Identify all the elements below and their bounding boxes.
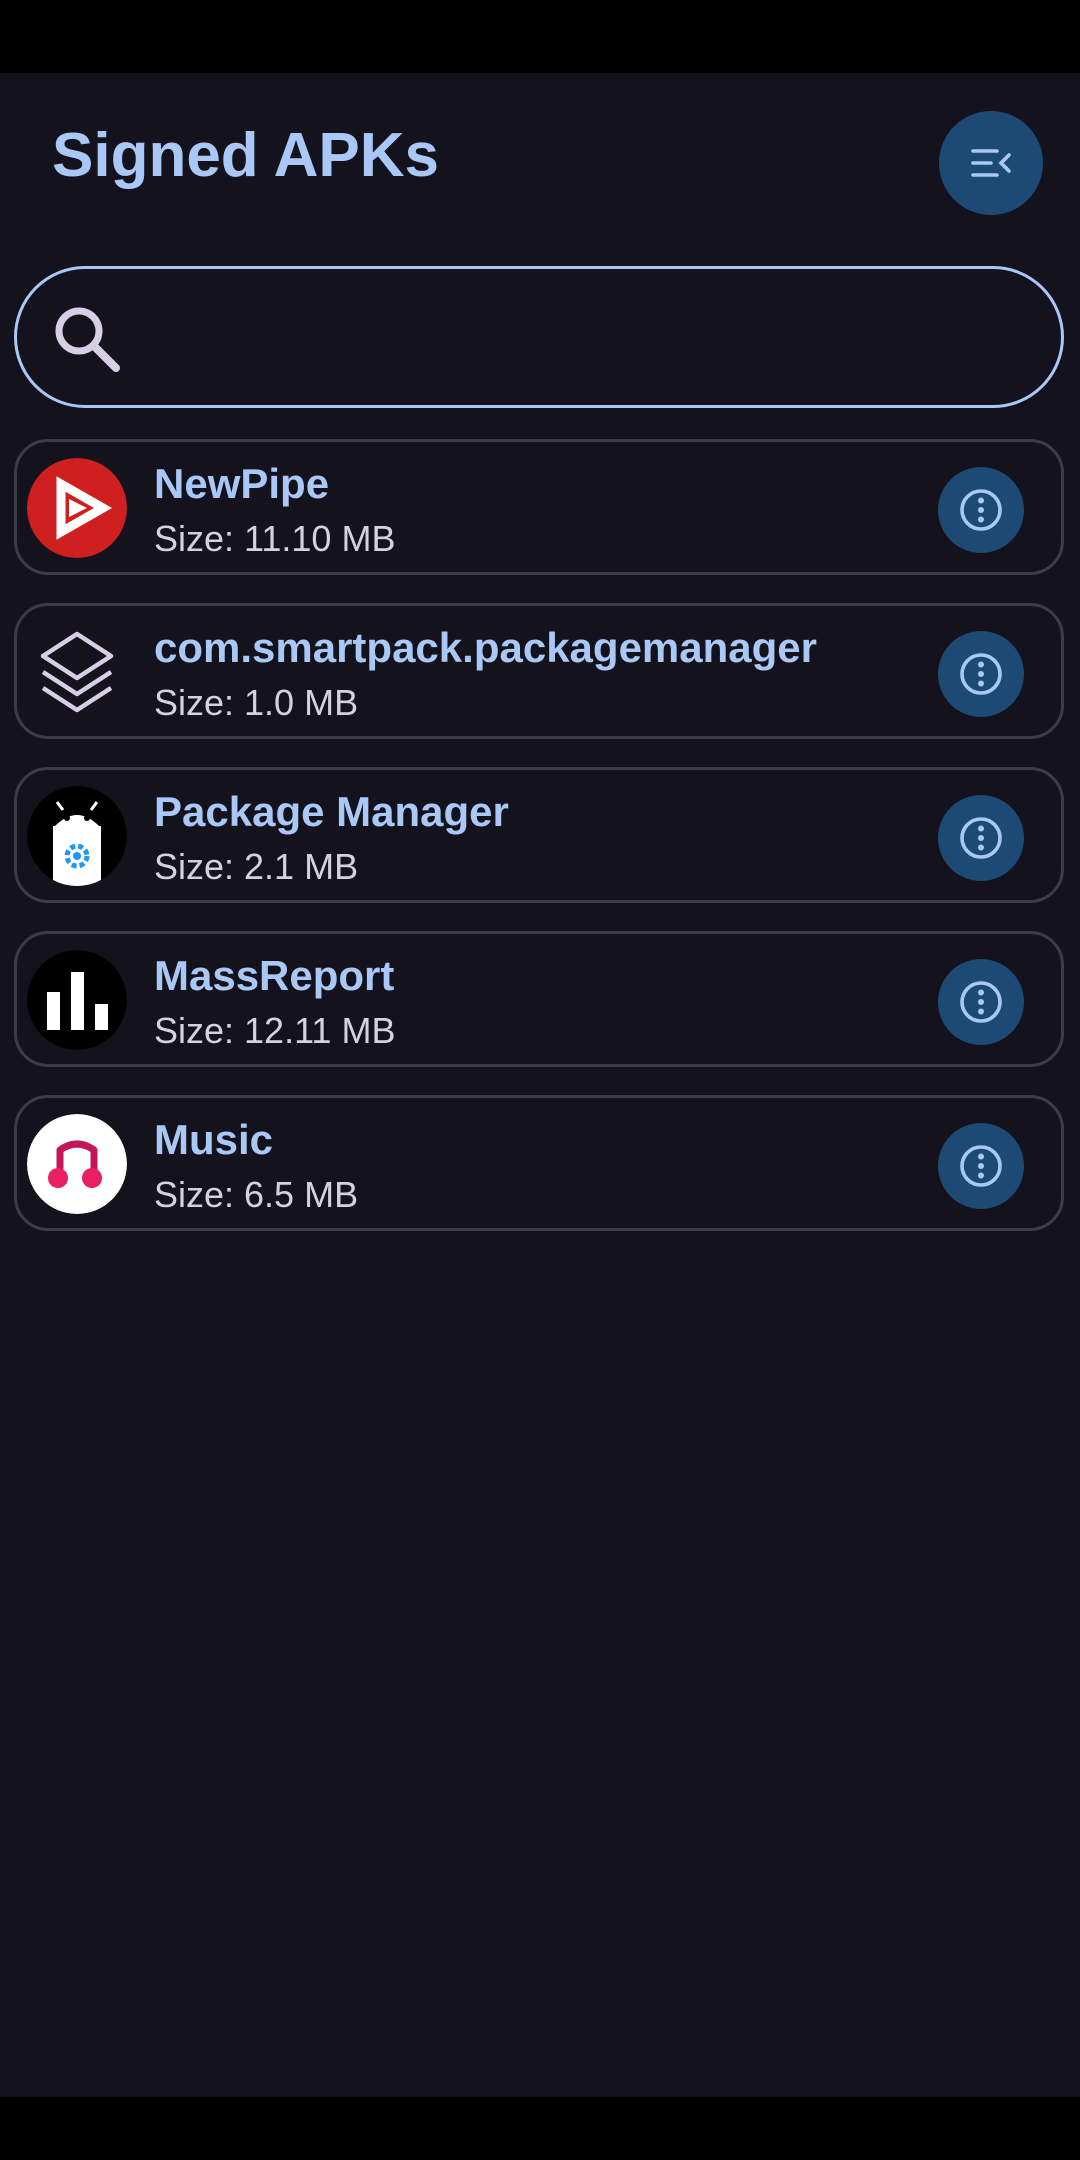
apk-size: Size: 12.11 MB [154, 1010, 396, 1051]
apk-list-item[interactable]: com.smartpack.packagemanager Size: 1.0 M… [14, 603, 1064, 739]
apk-size: Size: 1.0 MB [154, 682, 359, 723]
apk-name: MassReport [154, 952, 395, 999]
apk-options-button[interactable] [938, 959, 1024, 1045]
navigation-bar [0, 2097, 1080, 2160]
apk-options-button[interactable] [938, 631, 1024, 717]
app-screen: Signed APKs NewPipe Size: 11.10 MB com.s… [0, 73, 1080, 2097]
more-options-icon [960, 817, 1002, 859]
newpipe-icon [27, 458, 127, 558]
apk-list-item[interactable]: Music Size: 6.5 MB [14, 1095, 1064, 1231]
package-manager-icon [27, 786, 127, 886]
apk-name: com.smartpack.packagemanager [154, 624, 817, 671]
layers-icon [27, 622, 127, 722]
apk-size: Size: 6.5 MB [154, 1174, 359, 1215]
apk-list-item[interactable]: Package Manager Size: 2.1 MB [14, 767, 1064, 903]
apk-list-item[interactable]: NewPipe Size: 11.10 MB [14, 439, 1064, 575]
collapse-menu-button[interactable] [939, 111, 1043, 215]
more-options-icon [960, 653, 1002, 695]
apk-name: Package Manager [154, 788, 509, 835]
apk-size: Size: 2.1 MB [154, 846, 359, 887]
more-options-icon [960, 1145, 1002, 1187]
page-title: Signed APKs [52, 121, 439, 190]
apk-size: Size: 11.10 MB [154, 518, 396, 559]
more-options-icon [960, 981, 1002, 1023]
collapse-menu-icon [971, 149, 1011, 177]
search-icon [55, 307, 120, 372]
search-input[interactable] [137, 299, 1021, 381]
more-options-icon [960, 489, 1002, 531]
apk-name: NewPipe [154, 460, 330, 507]
apk-options-button[interactable] [938, 467, 1024, 553]
apk-options-button[interactable] [938, 795, 1024, 881]
search-bar[interactable] [14, 266, 1064, 408]
apk-options-button[interactable] [938, 1123, 1024, 1209]
apk-list-item[interactable]: MassReport Size: 12.11 MB [14, 931, 1064, 1067]
apk-name: Music [154, 1116, 274, 1163]
status-bar [0, 0, 1080, 73]
massreport-icon [27, 950, 127, 1050]
music-icon [27, 1114, 127, 1214]
